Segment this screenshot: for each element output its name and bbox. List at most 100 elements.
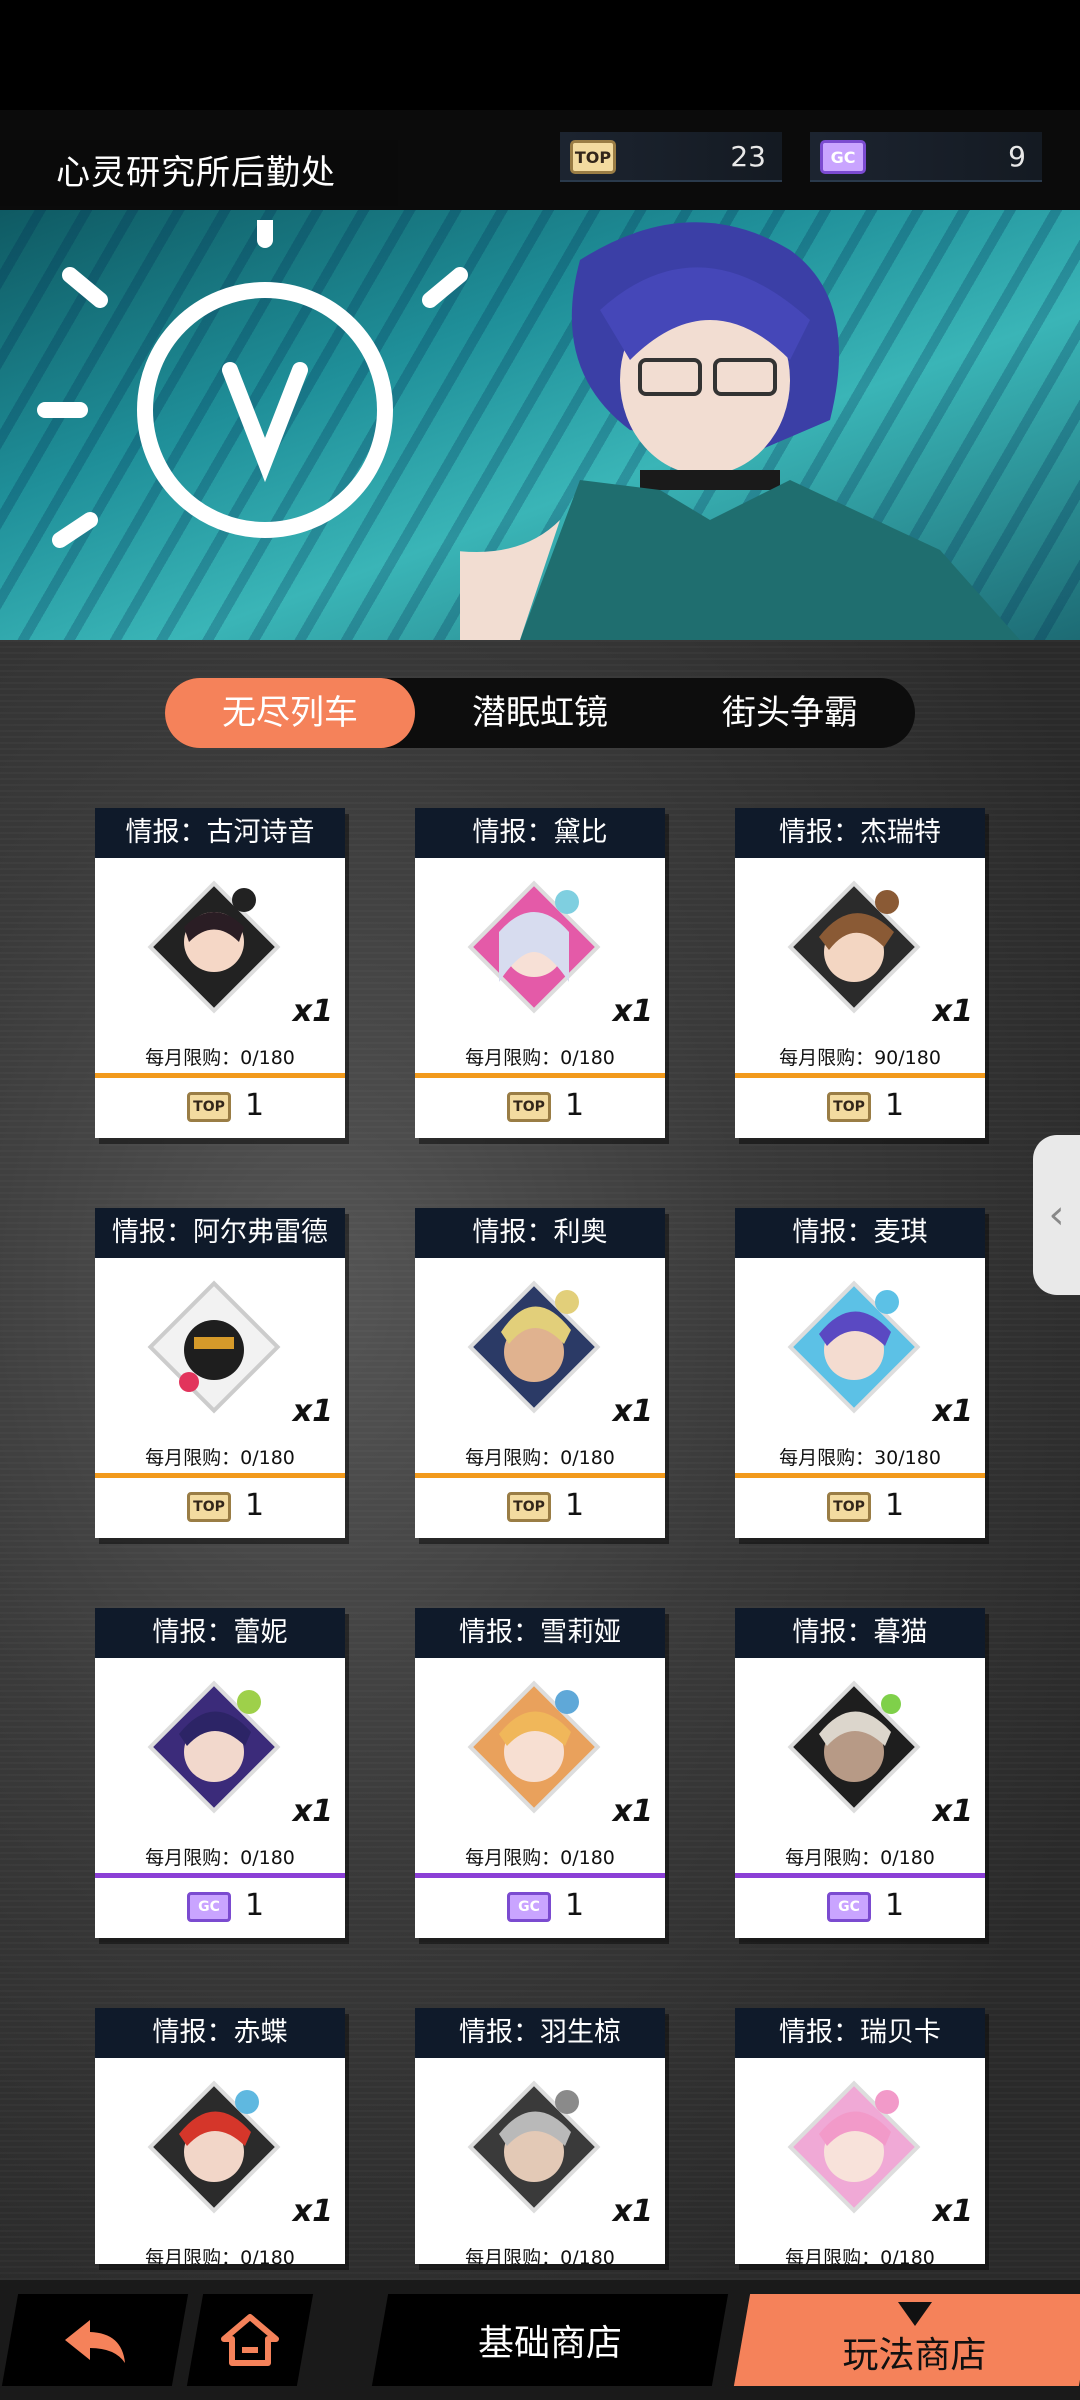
product-art: x1 (735, 1658, 985, 1843)
product-name: 情报：雪莉娅 (415, 1608, 665, 1658)
side-drawer-handle[interactable]: ‹ (1033, 1135, 1080, 1295)
top-ticket-icon: TOP (187, 1092, 231, 1122)
purchase-limit: 每月限购：0/180 (785, 2247, 935, 2264)
top-ticket-icon: TOP (187, 1492, 231, 1522)
product-quantity: x1 (292, 1394, 333, 1429)
product-name: 情报：黛比 (415, 808, 665, 858)
puzzle-piece-icon (787, 1680, 921, 1814)
home-icon (221, 2314, 279, 2366)
gc-ticket-icon: GC (187, 1892, 231, 1922)
status-area (0, 0, 1080, 110)
product-card[interactable]: 情报：暮猫 x1 每月限购：0/180 GC 1 (735, 1608, 985, 1938)
price-value: 1 (565, 1088, 585, 1123)
price-row: TOP 1 (95, 1478, 345, 1538)
product-name: 情报：羽生椋 (415, 2008, 665, 2058)
play-shop-button[interactable]: 玩法商店 (733, 2294, 1080, 2386)
price-row: GC 1 (735, 1878, 985, 1938)
puzzle-piece-icon (787, 880, 921, 1014)
gc-ticket-icon: GC (507, 1892, 551, 1922)
product-name: 情报：利奥 (415, 1208, 665, 1258)
puzzle-piece-icon (787, 1280, 921, 1414)
puzzle-piece-icon (467, 2080, 601, 2214)
back-button[interactable] (1, 2294, 189, 2386)
price-value: 1 (885, 1888, 905, 1923)
price-value: 1 (565, 1888, 585, 1923)
currency-gc-value: 9 (1008, 140, 1026, 173)
product-art: x1 (95, 1258, 345, 1443)
play-shop-label: 玩法商店 (842, 2335, 987, 2376)
product-quantity: x1 (612, 1794, 653, 1829)
currency-top[interactable]: TOP 23 (560, 132, 782, 182)
puzzle-piece-icon (147, 1280, 281, 1414)
purchase-limit: 每月限购：0/180 (465, 1447, 615, 1469)
shop-banner (0, 210, 1080, 640)
product-quantity: x1 (612, 994, 653, 1029)
top-ticket-icon: TOP (507, 1492, 551, 1522)
puzzle-piece-icon (787, 2080, 921, 2214)
product-card[interactable]: 情报：羽生椋 x1 每月限购：0/180 (415, 2008, 665, 2264)
product-art: x1 (95, 858, 345, 1043)
top-ticket-icon: TOP (827, 1092, 871, 1122)
product-card[interactable]: 情报：杰瑞特 x1 每月限购：90/180 TOP 1 (735, 808, 985, 1138)
product-art: x1 (415, 2058, 665, 2243)
price-row: TOP 1 (95, 1078, 345, 1138)
purchase-limit: 每月限购：0/180 (785, 1847, 935, 1869)
chevron-left-icon: ‹ (1048, 1192, 1065, 1238)
product-quantity: x1 (932, 1394, 973, 1429)
price-row: TOP 1 (415, 1078, 665, 1138)
product-art: x1 (735, 1258, 985, 1443)
tab-endless-train[interactable]: 无尽列车 (165, 678, 415, 748)
basic-shop-label: 基础商店 (477, 2323, 622, 2364)
gc-ticket-icon: GC (827, 1892, 871, 1922)
product-card[interactable]: 情报：利奥 x1 每月限购：0/180 TOP 1 (415, 1208, 665, 1538)
tab-dream-mirror[interactable]: 潜眠虹镜 (415, 678, 665, 748)
back-arrow-icon (65, 2320, 125, 2363)
character-illustration (460, 222, 1020, 640)
puzzle-piece-icon (147, 2080, 281, 2214)
product-quantity: x1 (932, 2194, 973, 2229)
product-art: x1 (735, 858, 985, 1043)
gc-ticket-icon: GC (820, 140, 866, 174)
product-card[interactable]: 情报：瑞贝卡 x1 每月限购：0/180 (735, 2008, 985, 2264)
price-value: 1 (245, 1488, 265, 1523)
price-value: 1 (245, 1088, 265, 1123)
tab-street-fight[interactable]: 街头争霸 (665, 678, 915, 748)
product-art: x1 (415, 1258, 665, 1443)
product-quantity: x1 (292, 1794, 333, 1829)
price-value: 1 (885, 1488, 905, 1523)
home-button[interactable] (186, 2294, 314, 2386)
puzzle-piece-icon (147, 1680, 281, 1814)
product-name: 情报：麦琪 (735, 1208, 985, 1258)
puzzle-piece-icon (147, 880, 281, 1014)
product-card[interactable]: 情报：古河诗音 x1 每月限购：0/180 TOP 1 (95, 808, 345, 1138)
currency-gc[interactable]: GC 9 (810, 132, 1042, 182)
price-value: 1 (245, 1888, 265, 1923)
product-quantity: x1 (612, 2194, 653, 2229)
product-card[interactable]: 情报：麦琪 x1 每月限购：30/180 TOP 1 (735, 1208, 985, 1538)
top-ticket-icon: TOP (507, 1092, 551, 1122)
product-card[interactable]: 情报：黛比 x1 每月限购：0/180 TOP 1 (415, 808, 665, 1138)
product-name: 情报：赤蝶 (95, 2008, 345, 2058)
product-card[interactable]: 情报：蕾妮 x1 每月限购：0/180 GC 1 (95, 1608, 345, 1938)
product-card[interactable]: 情报：阿尔弗雷德 x1 每月限购：0/180 TOP 1 (95, 1208, 345, 1538)
product-name: 情报：瑞贝卡 (735, 2008, 985, 2058)
product-art: x1 (735, 2058, 985, 2243)
product-name: 情报：蕾妮 (95, 1608, 345, 1658)
currency-top-value: 23 (730, 140, 766, 173)
top-ticket-icon: TOP (570, 140, 616, 174)
puzzle-piece-icon (467, 1280, 601, 1414)
bottom-nav: 基础商店 玩法商店 (0, 2280, 1080, 2400)
product-card[interactable]: 情报：赤蝶 x1 每月限购：0/180 (95, 2008, 345, 2264)
product-card[interactable]: 情报：雪莉娅 x1 每月限购：0/180 GC 1 (415, 1608, 665, 1938)
product-art: x1 (415, 858, 665, 1043)
purchase-limit: 每月限购：0/180 (145, 2247, 295, 2264)
purchase-limit: 每月限购：90/180 (779, 1047, 941, 1069)
price-row: TOP 1 (415, 1478, 665, 1538)
product-name: 情报：古河诗音 (95, 808, 345, 858)
product-name: 情报：杰瑞特 (735, 808, 985, 858)
product-art: x1 (95, 1658, 345, 1843)
basic-shop-button[interactable]: 基础商店 (371, 2294, 729, 2386)
price-row: GC 1 (415, 1878, 665, 1938)
product-quantity: x1 (292, 994, 333, 1029)
product-quantity: x1 (932, 994, 973, 1029)
